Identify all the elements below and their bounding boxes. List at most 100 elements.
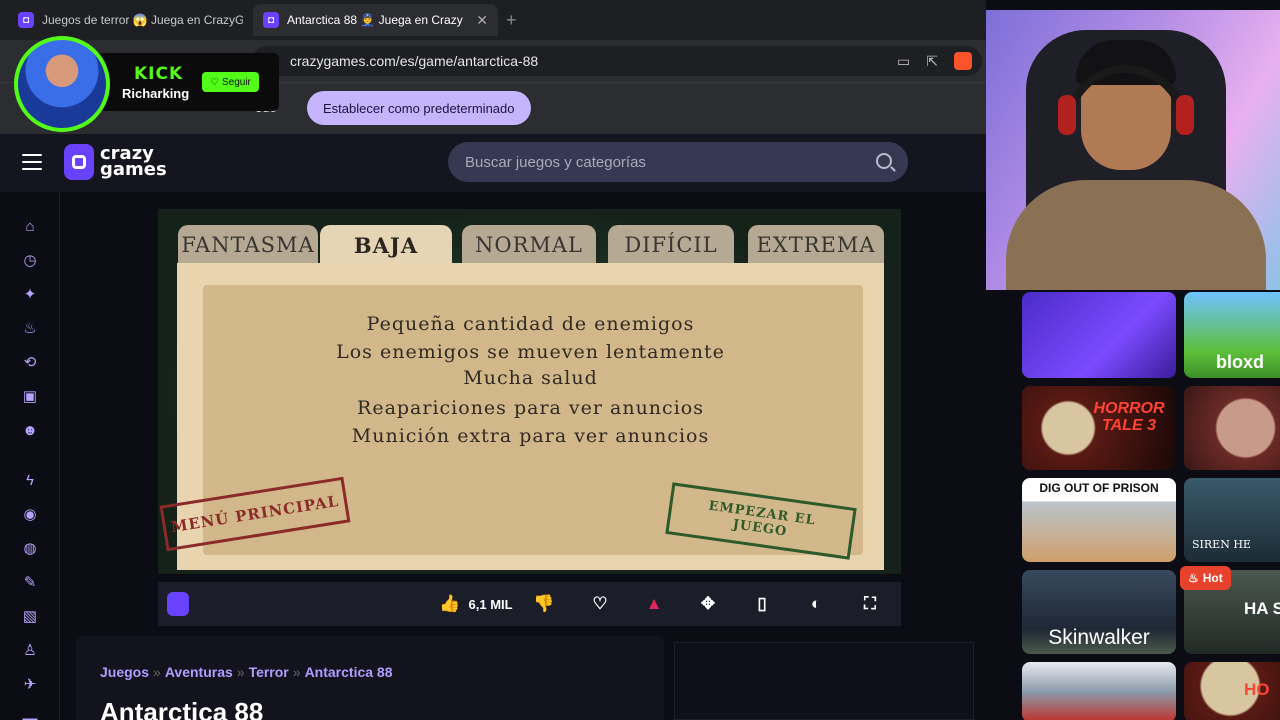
game-thumbnail[interactable]: SIREN HE	[1184, 478, 1280, 562]
logo-wordmark: crazy games	[100, 143, 167, 180]
page-title: Antarctica 88	[100, 697, 264, 720]
url-actions: ▭ ⇱	[897, 46, 972, 76]
difficulty-tab-fantasma[interactable]: FANTASMA	[178, 225, 318, 265]
description-line: Munición extra para ver anuncios	[351, 425, 710, 447]
description-line: Pequeña cantidad de enemigos	[366, 313, 695, 335]
theater-button[interactable]: ◐	[802, 590, 830, 618]
heart-icon: ♡	[210, 76, 219, 88]
share-icon[interactable]: ⇱	[926, 53, 938, 70]
crazygames-favicon-icon: ◘	[18, 12, 34, 28]
bolt-icon[interactable]: ϟ	[20, 470, 40, 490]
browser-tabbar: ◘ Juegos de terror 😱 Juega en CrazyG ◘ A…	[0, 0, 986, 40]
follow-button: ♡ Seguir	[202, 72, 259, 92]
search-placeholder: Buscar juegos y categorías	[465, 153, 646, 171]
report-button[interactable]: ▲	[640, 590, 668, 618]
user-icon[interactable]: ♙	[20, 640, 40, 660]
basketball-icon[interactable]: ◍	[20, 538, 40, 558]
search-input[interactable]: Buscar juegos y categorías	[448, 142, 908, 182]
search-icon[interactable]	[876, 153, 892, 169]
follow-label: Seguir	[221, 76, 251, 88]
game-thumbnail[interactable]	[1184, 386, 1280, 470]
phone-icon: ▯	[757, 594, 767, 613]
pin-icon[interactable]: ✎	[20, 572, 40, 592]
game-thumbnail[interactable]	[1022, 662, 1176, 720]
flag-icon: ▲	[645, 594, 663, 613]
description-line: Mucha salud	[463, 367, 598, 389]
home-icon[interactable]: ⌂	[20, 216, 40, 236]
crazygames-favicon-icon: ◘	[263, 12, 279, 28]
related-games: bloxd HORROR TALE 3 DIG OUT OF PRISON SI…	[986, 290, 1280, 720]
twitch-icon[interactable]: ▣	[20, 386, 40, 406]
game-canvas[interactable]: FANTASMA BAJA NORMAL DIFÍCIL EXTREMA Peq…	[158, 209, 901, 574]
plane-icon[interactable]: ✈	[20, 674, 40, 694]
clock-icon[interactable]: ◷	[20, 250, 40, 270]
kick-overlay: KICK Richarking ♡ Seguir	[14, 36, 279, 132]
like-button[interactable]: 👍 6,1 MIL	[436, 590, 516, 618]
headset-ear	[1176, 95, 1194, 135]
cast-icon[interactable]: ▭	[897, 53, 910, 70]
game-thumbnail[interactable]: Skinwalker	[1022, 570, 1176, 654]
close-tab-icon[interactable]: ✕	[476, 12, 488, 29]
breadcrumb-link[interactable]: Juegos	[100, 664, 149, 680]
difficulty-tab-dificil[interactable]: DIFÍCIL	[608, 225, 734, 265]
breadcrumb-link[interactable]: Terror	[249, 664, 289, 680]
car-icon[interactable]: ▬	[20, 708, 40, 720]
crazygames-mark-icon	[64, 144, 94, 180]
game-thumbnail[interactable]	[1022, 292, 1176, 378]
thumbs-down-icon: 👎	[533, 594, 555, 613]
tab-title: Antarctica 88 👮 Juega en Crazy	[287, 13, 463, 27]
url-field[interactable]: crazygames.com/es/game/antarctica-88 ▭ ⇱	[252, 46, 982, 76]
fire-icon: ♨	[1188, 571, 1199, 585]
difficulty-tab-baja[interactable]: BAJA	[320, 225, 452, 265]
tab-title: Juegos de terror 😱 Juega en CrazyG	[42, 13, 243, 27]
browser-tab-horror[interactable]: ◘ Juegos de terror 😱 Juega en CrazyG	[8, 4, 253, 36]
site-header: crazy games Buscar juegos y categorías	[0, 134, 986, 192]
game-thumbnail[interactable]: bloxd	[1184, 292, 1280, 378]
fullscreen-icon: ⛶	[864, 594, 876, 613]
crazygames-small-logo-icon[interactable]	[167, 592, 189, 616]
crazygames-logo[interactable]: crazy games	[64, 144, 167, 180]
people-icon[interactable]: ☻	[20, 420, 40, 440]
kick-logo: KICK	[134, 64, 184, 84]
like-count: 6,1 MIL	[468, 596, 513, 612]
streamer-name: Richarking	[122, 86, 190, 101]
description-line: Los enemigos se mueven lentamente	[336, 341, 725, 363]
puzzle-icon[interactable]: ▧	[20, 606, 40, 626]
game-thumbnail[interactable]: HORROR TALE 3	[1022, 386, 1176, 470]
difficulty-tab-normal[interactable]: NORMAL	[462, 225, 596, 265]
menu-icon[interactable]	[22, 154, 42, 172]
dislike-button[interactable]: 👎	[530, 590, 558, 618]
mobile-button[interactable]: ▯	[748, 590, 776, 618]
new-tab-button[interactable]: +	[506, 10, 517, 31]
thumbs-up-icon: 👍	[439, 594, 461, 613]
theater-icon: ◐	[810, 594, 822, 613]
streamer-avatar	[14, 36, 110, 132]
favorite-button[interactable]: ♡	[586, 590, 614, 618]
hot-badge: ♨ Hot	[1180, 566, 1231, 590]
screen: ◘ Juegos de terror 😱 Juega en CrazyG ◘ A…	[0, 0, 1280, 720]
heart-icon: ♡	[592, 594, 608, 613]
ad-slot	[674, 642, 974, 720]
game-thumbnail[interactable]: DIG OUT OF PRISON	[1022, 478, 1176, 562]
breadcrumb-link[interactable]: Aventuras	[165, 664, 233, 680]
left-sidebar: ⌂ ◷ ✦ ♨ ⟲ ▣ ☻ ϟ ◉ ◍ ✎ ▧ ♙ ✈ ▬	[0, 192, 60, 720]
main-content: FANTASMA BAJA NORMAL DIFÍCIL EXTREMA Peq…	[60, 192, 986, 720]
embed-button[interactable]: ✥	[694, 590, 722, 618]
gamepad-icon: ✥	[700, 594, 716, 613]
set-default-button[interactable]: Establecer como predeterminado	[307, 91, 531, 125]
refresh-icon[interactable]: ⟲	[20, 352, 40, 372]
url-text: crazygames.com/es/game/antarctica-88	[290, 53, 539, 69]
streamer-body	[1006, 180, 1266, 290]
sparkle-icon[interactable]: ✦	[20, 284, 40, 304]
compass-icon[interactable]: ◉	[20, 504, 40, 524]
brave-shield-icon[interactable]	[954, 52, 972, 70]
game-thumbnail[interactable]: HO	[1184, 662, 1280, 720]
breadcrumb-link[interactable]: Antarctica 88	[305, 664, 393, 680]
headset-ear	[1058, 95, 1076, 135]
browser-tab-antarctica[interactable]: ◘ Antarctica 88 👮 Juega en Crazy ✕	[253, 4, 498, 36]
game-control-bar: 👍 6,1 MIL 👎 ♡ ▲ ✥ ▯ ◐ ⛶	[158, 582, 901, 626]
difficulty-tab-extrema[interactable]: EXTREMA	[748, 225, 884, 265]
fire-icon[interactable]: ♨	[20, 318, 40, 338]
breadcrumb: Juegos» Aventuras» Terror» Antarctica 88	[100, 664, 393, 680]
fullscreen-button[interactable]: ⛶	[856, 590, 884, 618]
